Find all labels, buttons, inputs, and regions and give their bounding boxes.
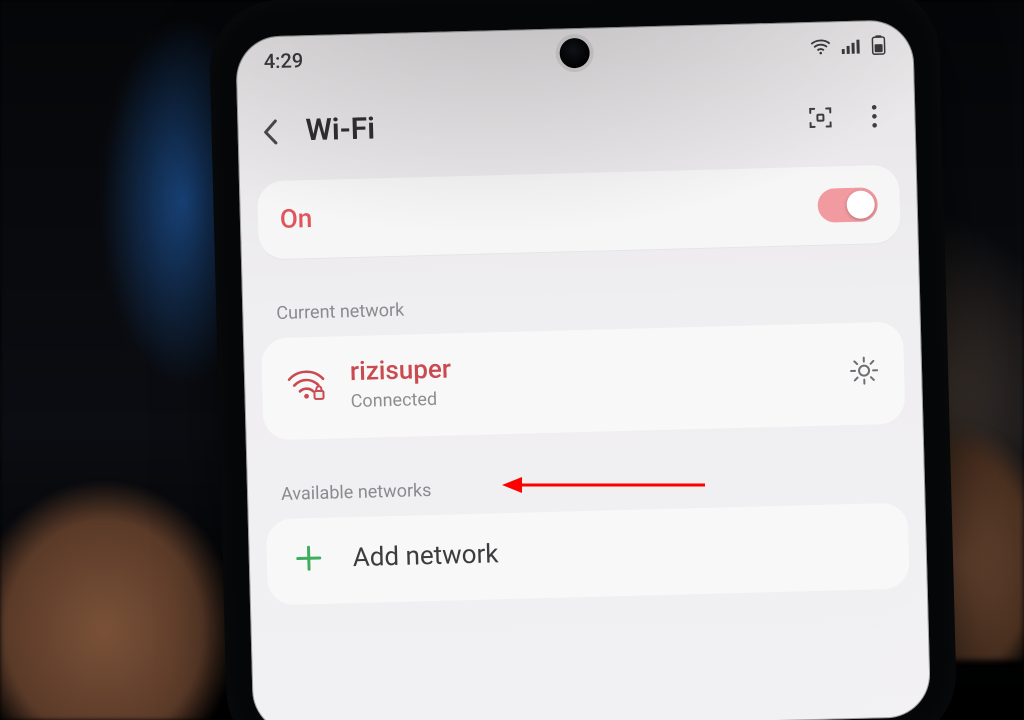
phone-screen: 4:29 xyxy=(235,19,931,720)
network-settings-button[interactable] xyxy=(848,354,883,389)
status-time: 4:29 xyxy=(263,48,303,73)
switch-knob xyxy=(846,190,875,219)
plus-icon xyxy=(294,543,325,574)
current-network-row[interactable]: rizisuper Connected xyxy=(261,322,905,440)
more-menu-button[interactable] xyxy=(857,98,892,133)
battery-icon xyxy=(871,35,886,55)
settings-header: Wi-Fi xyxy=(237,73,917,176)
back-button[interactable] xyxy=(255,116,286,147)
wifi-toggle-row[interactable]: On xyxy=(257,165,901,260)
wifi-secured-icon xyxy=(286,367,327,406)
add-network-row[interactable]: Add network xyxy=(266,502,910,605)
qr-scan-button[interactable] xyxy=(803,100,838,135)
current-network-section-label: Current network xyxy=(276,287,886,324)
page-title: Wi-Fi xyxy=(305,101,784,149)
available-networks-section-label: Available networks xyxy=(281,468,891,505)
add-network-label: Add network xyxy=(352,539,498,573)
wifi-status-icon xyxy=(809,37,831,56)
cell-signal-icon xyxy=(841,38,861,55)
phone-body: 4:29 xyxy=(208,0,958,720)
wifi-toggle-label: On xyxy=(280,204,313,235)
wifi-toggle-switch[interactable] xyxy=(817,187,878,223)
